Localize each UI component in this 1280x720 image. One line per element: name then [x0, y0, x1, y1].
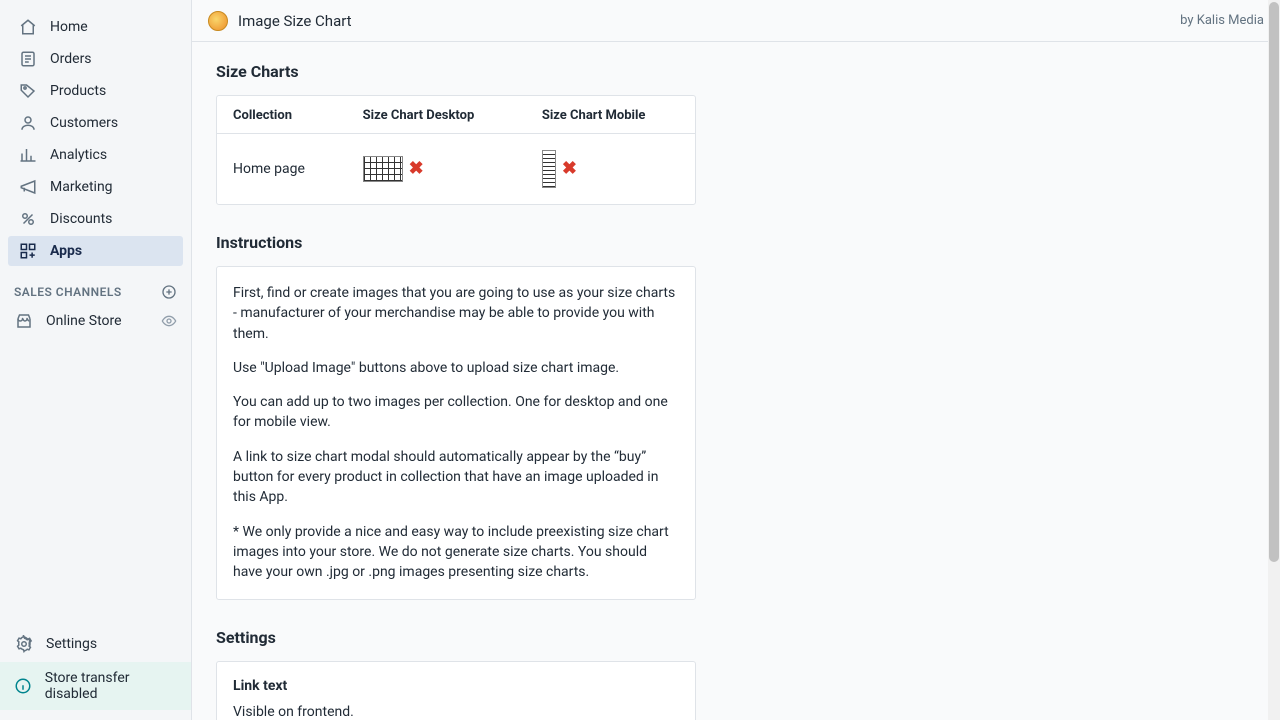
remove-mobile-icon[interactable]: ✖ — [562, 160, 577, 178]
settings-label: Settings — [46, 636, 97, 652]
home-icon — [18, 17, 38, 37]
link-text-label: Link text — [233, 678, 679, 694]
sidebar-item-products[interactable]: Products — [8, 76, 183, 106]
link-text-help: Visible on frontend. — [233, 704, 679, 720]
size-charts-table: Collection Size Chart Desktop Size Chart… — [217, 96, 695, 204]
nav-label: Orders — [50, 51, 92, 67]
sidebar-item-analytics[interactable]: Analytics — [8, 140, 183, 170]
settings-heading: Settings — [216, 628, 1256, 647]
table-row: Home page ✖ ✖ — [217, 134, 695, 205]
app-logo-icon — [208, 11, 228, 31]
instructions-p2: Use "Upload Image" buttons above to uplo… — [233, 358, 679, 378]
analytics-icon — [18, 145, 38, 165]
col-collection: Collection — [217, 96, 347, 134]
desktop-thumbnail[interactable] — [363, 156, 403, 182]
view-store-icon[interactable] — [161, 313, 177, 329]
tag-icon — [18, 81, 38, 101]
nav-label: Analytics — [50, 147, 107, 163]
sidebar-bottom: Settings Store transfer disabled — [0, 626, 191, 720]
discount-icon — [18, 209, 38, 229]
nav-label: Discounts — [50, 211, 112, 227]
size-charts-card: Collection Size Chart Desktop Size Chart… — [216, 95, 696, 205]
size-charts-heading: Size Charts — [216, 62, 1256, 81]
instructions-p1: First, find or create images that you ar… — [233, 283, 679, 344]
instructions-heading: Instructions — [216, 233, 1256, 252]
app-vendor: by Kalis Media — [1180, 13, 1264, 28]
topbar: Image Size Chart by Kalis Media — [192, 0, 1280, 42]
gear-icon — [14, 634, 34, 654]
nav-label: Home — [50, 19, 88, 35]
marketing-icon — [18, 177, 38, 197]
nav-label: Marketing — [50, 179, 113, 195]
page-title: Image Size Chart — [238, 12, 352, 30]
remove-desktop-icon[interactable]: ✖ — [409, 160, 424, 178]
sidebar: Home Orders Products Customers Analytics — [0, 0, 192, 720]
orders-icon — [18, 49, 38, 69]
section-label: SALES CHANNELS — [14, 285, 122, 299]
cell-collection: Home page — [217, 134, 347, 205]
sidebar-item-discounts[interactable]: Discounts — [8, 204, 183, 234]
main: Image Size Chart by Kalis Media Size Cha… — [192, 0, 1280, 720]
instructions-card: First, find or create images that you ar… — [216, 266, 696, 600]
store-transfer-notice[interactable]: Store transfer disabled — [0, 662, 191, 710]
channel-online-store[interactable]: Online Store — [0, 306, 191, 336]
content: Size Charts Collection Size Chart Deskto… — [192, 42, 1280, 720]
nav-label: Apps — [50, 243, 82, 259]
sidebar-item-customers[interactable]: Customers — [8, 108, 183, 138]
add-channel-icon[interactable] — [161, 284, 177, 300]
cell-mobile: ✖ — [526, 134, 695, 205]
instructions-p3: You can add up to two images per collect… — [233, 392, 679, 433]
nav-label: Products — [50, 83, 106, 99]
nav-label: Customers — [50, 115, 118, 131]
info-icon — [14, 676, 33, 696]
instructions-p4: A link to size chart modal should automa… — [233, 447, 679, 508]
sales-channels-header: SALES CHANNELS — [0, 268, 191, 306]
user-icon — [18, 113, 38, 133]
col-desktop: Size Chart Desktop — [347, 96, 526, 134]
scrollbar-track[interactable] — [1268, 0, 1280, 720]
sidebar-item-settings[interactable]: Settings — [0, 626, 191, 662]
sidebar-item-orders[interactable]: Orders — [8, 44, 183, 74]
instructions-p5: * We only provide a nice and easy way to… — [233, 522, 679, 583]
apps-icon — [18, 241, 38, 261]
store-icon — [14, 311, 34, 331]
cell-desktop: ✖ — [347, 134, 526, 205]
sidebar-item-marketing[interactable]: Marketing — [8, 172, 183, 202]
sidebar-item-apps[interactable]: Apps — [8, 236, 183, 266]
settings-card: Link text Visible on frontend. Save — [216, 661, 696, 720]
channel-label: Online Store — [46, 313, 122, 329]
store-transfer-label: Store transfer disabled — [45, 670, 177, 702]
sidebar-item-home[interactable]: Home — [8, 12, 183, 42]
col-mobile: Size Chart Mobile — [526, 96, 695, 134]
scrollbar-thumb[interactable] — [1269, 2, 1279, 562]
nav-list: Home Orders Products Customers Analytics — [0, 12, 191, 268]
mobile-thumbnail[interactable] — [542, 150, 556, 188]
